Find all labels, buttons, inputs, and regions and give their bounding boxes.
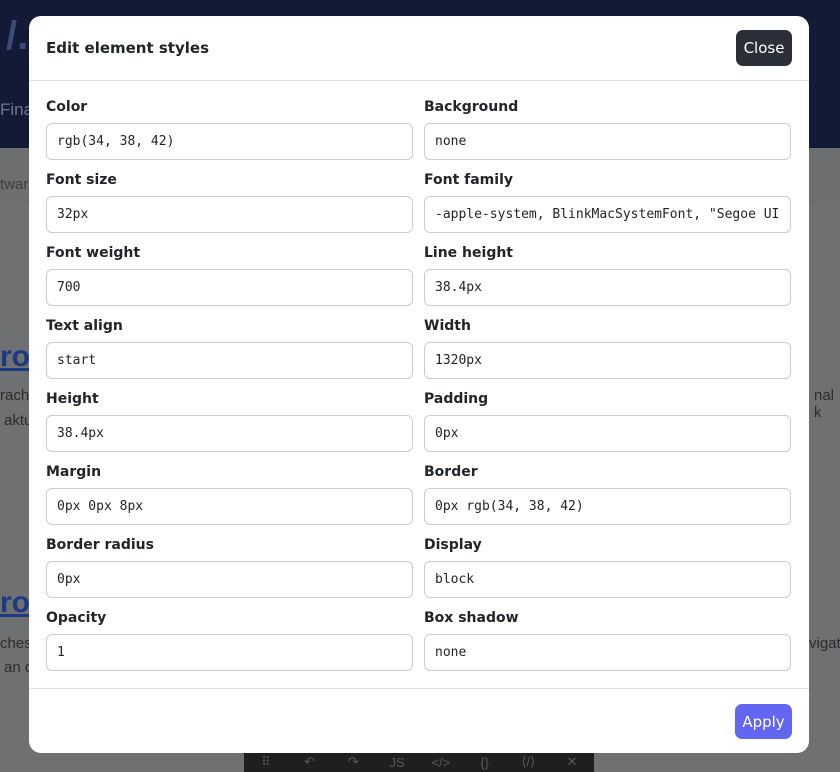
editor-toolbar: ⠿ ↶ ↷ JS </> {} ⟨/⟩ ✕ [244,752,594,772]
height-input[interactable] [46,415,413,452]
field-color: Color [46,99,413,172]
field-label: Line height [424,245,513,261]
field-label: Font weight [46,245,141,261]
field-label: Margin [46,464,102,480]
border-radius-input[interactable] [46,561,413,598]
field-border: Border [424,464,791,537]
field-font-weight: Font weight [46,245,413,318]
field-label: Background [424,99,519,115]
article-text: nal k [814,387,835,421]
padding-input[interactable] [424,415,791,452]
field-label: Width [424,318,471,334]
field-box-shadow: Box shadow [424,610,791,683]
field-line-height: Line height [424,245,791,318]
article-text: ches [0,635,32,652]
field-label: Border [424,464,478,480]
line-height-input[interactable] [424,269,791,306]
field-margin: Margin [46,464,413,537]
field-label: Text align [46,318,123,334]
field-label: Height [46,391,99,407]
field-label: Padding [424,391,489,407]
field-label: Font family [424,172,513,188]
field-background: Background [424,99,791,172]
code-icon: </> [431,754,451,770]
background-input[interactable] [424,123,791,160]
undo-icon: ↶ [304,754,316,769]
close-button[interactable]: Close [736,30,792,66]
field-label: Border radius [46,537,154,553]
redo-icon: ↷ [347,754,359,769]
field-border-radius: Border radius [46,537,413,610]
width-input[interactable] [424,342,791,379]
field-label: Display [424,537,482,553]
field-label: Color [46,99,88,115]
field-padding: Padding [424,391,791,464]
opacity-input[interactable] [46,634,413,671]
article-text: vigati [809,635,840,652]
close-icon: ✕ [566,754,578,769]
apply-button[interactable]: Apply [735,704,792,739]
field-width: Width [424,318,791,391]
field-font-size: Font size [46,172,413,245]
code-off-icon: ⟨/⟩ [521,754,536,769]
display-input[interactable] [424,561,791,598]
field-label: Font size [46,172,117,188]
field-label: Box shadow [424,610,519,626]
edit-styles-modal: Edit element styles Close Color Backgrou… [29,16,809,753]
modal-header: Edit element styles Close [29,16,809,81]
article-text: rach [0,387,30,404]
breadcrumb: twar [0,176,29,193]
margin-input[interactable] [46,488,413,525]
drag-handle-icon: ⠿ [261,754,271,769]
field-height: Height [46,391,413,464]
font-size-input[interactable] [46,196,413,233]
modal-body: Color Background Font size Font family F… [29,82,809,689]
braces-icon: {} [480,754,489,770]
font-weight-input[interactable] [46,269,413,306]
box-shadow-input[interactable] [424,634,791,671]
color-input[interactable] [46,123,413,160]
js-icon: JS [389,754,405,770]
modal-footer: Apply [29,688,809,753]
modal-title: Edit element styles [46,39,210,57]
field-opacity: Opacity [46,610,413,683]
border-input[interactable] [424,488,791,525]
field-font-family: Font family [424,172,791,245]
field-label: Opacity [46,610,107,626]
field-display: Display [424,537,791,610]
field-text-align: Text align [46,318,413,391]
font-family-input[interactable] [424,196,791,233]
text-align-input[interactable] [46,342,413,379]
